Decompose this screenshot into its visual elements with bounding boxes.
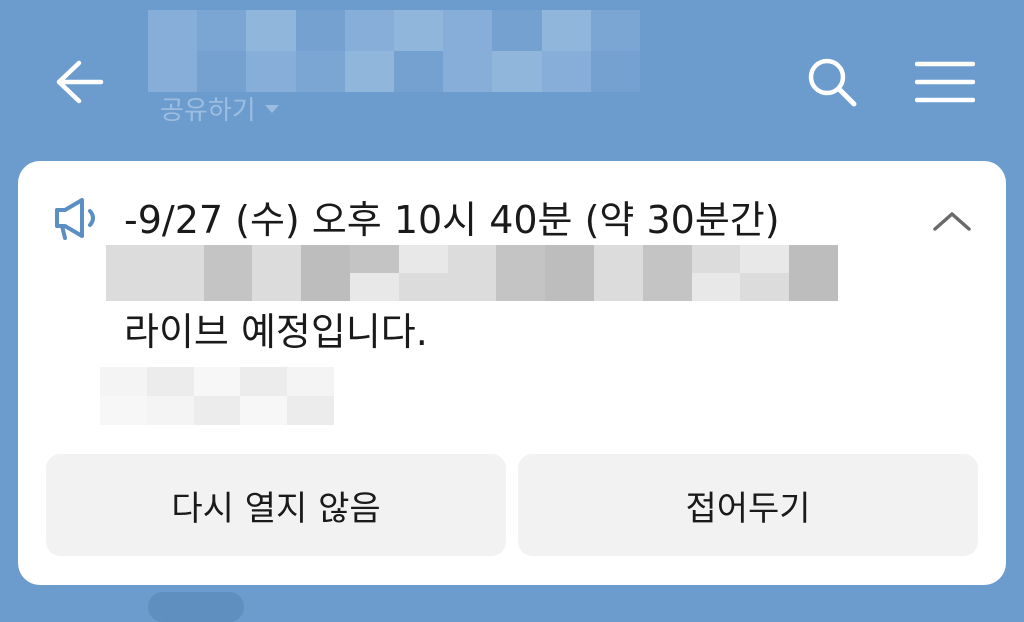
fold-button[interactable]: 접어두기 xyxy=(518,454,978,556)
share-dropdown[interactable]: 공유하기 xyxy=(160,90,280,127)
top-app-bar: 공유하기 xyxy=(0,0,1024,160)
share-dropdown-label: 공유하기 xyxy=(160,96,256,126)
search-icon xyxy=(808,58,857,107)
hamburger-menu-icon xyxy=(915,61,975,103)
notice-live-text: 라이브 예정입니다. xyxy=(124,310,428,354)
back-button[interactable] xyxy=(50,52,110,112)
megaphone-icon xyxy=(55,198,95,240)
arrow-left-icon xyxy=(56,60,104,104)
notice-card: -9/27 (수) 오후 10시 40분 (약 30분간) 라이브 예정입니다.… xyxy=(18,161,1006,585)
partial-chip xyxy=(148,592,244,622)
collapse-notice-button[interactable] xyxy=(930,203,974,239)
redacted-title xyxy=(148,10,640,92)
caret-down-icon xyxy=(264,104,279,113)
menu-button[interactable] xyxy=(910,52,980,112)
search-button[interactable] xyxy=(802,52,862,112)
dont-open-again-button[interactable]: 다시 열지 않음 xyxy=(46,454,506,556)
redacted-notice-extra xyxy=(100,367,334,425)
chevron-up-icon xyxy=(933,212,971,231)
redacted-notice-text xyxy=(106,245,838,301)
notice-schedule-text: -9/27 (수) 오후 10시 40분 (약 30분간) xyxy=(124,198,780,242)
